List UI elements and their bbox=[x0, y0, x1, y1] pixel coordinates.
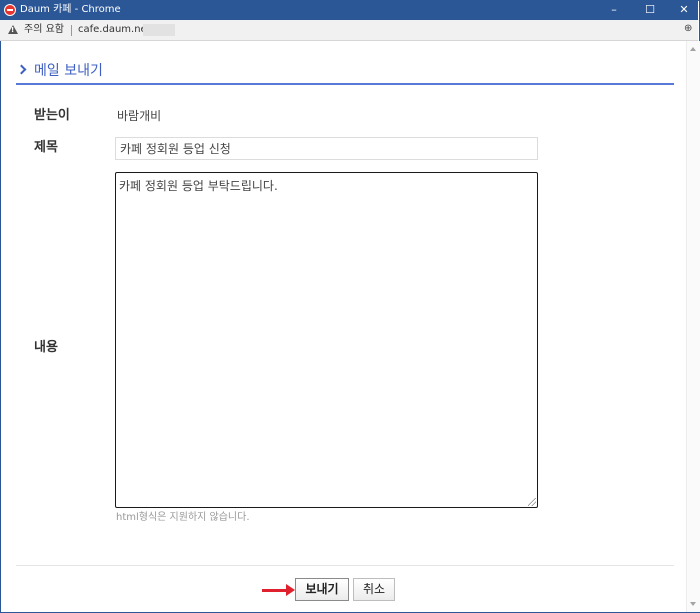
scrollbar[interactable] bbox=[686, 41, 700, 612]
minimize-button[interactable]: – bbox=[597, 0, 631, 20]
scroll-up-icon[interactable] bbox=[690, 47, 696, 51]
arrow-right-icon bbox=[286, 584, 295, 596]
cancel-button[interactable]: 취소 bbox=[353, 578, 395, 601]
title-divider bbox=[16, 83, 674, 85]
close-button[interactable]: ✕ bbox=[667, 0, 700, 20]
title-bar[interactable]: Daum 카페 - Chrome – ☐ ✕ bbox=[0, 0, 698, 20]
scroll-down-icon[interactable] bbox=[690, 602, 696, 606]
url-redacted bbox=[143, 24, 175, 36]
maximize-button[interactable]: ☐ bbox=[633, 0, 667, 20]
red-arrow-annotation bbox=[262, 589, 288, 592]
subject-input[interactable] bbox=[115, 137, 538, 160]
daum-app-icon bbox=[4, 4, 16, 16]
zoom-icon[interactable]: ⊕ bbox=[684, 23, 692, 34]
address-divider bbox=[71, 25, 72, 36]
footer-divider bbox=[16, 565, 674, 566]
minimize-icon: – bbox=[611, 3, 617, 16]
format-hint: html형식은 지원하지 않습니다. bbox=[116, 512, 250, 523]
resize-handle-icon[interactable] bbox=[528, 498, 536, 506]
security-status[interactable]: 주의 요함 bbox=[24, 24, 64, 36]
recipient-label: 받는이 bbox=[34, 108, 70, 123]
warning-icon[interactable] bbox=[8, 25, 18, 34]
address-bar: 주의 요함 cafe.daum.net/ ⊕ bbox=[0, 20, 698, 41]
window-title: Daum 카페 - Chrome bbox=[20, 4, 121, 15]
subject-label: 제목 bbox=[34, 140, 58, 155]
close-icon: ✕ bbox=[679, 3, 689, 16]
recipient-value: 바람개비 bbox=[117, 109, 162, 123]
send-button[interactable]: 보내기 bbox=[295, 578, 349, 601]
content-textarea[interactable]: 카페 정회원 등업 부탁드립니다. bbox=[115, 172, 538, 508]
page-title: 메일 보내기 bbox=[34, 63, 103, 79]
content-label: 내용 bbox=[34, 340, 58, 355]
maximize-icon: ☐ bbox=[645, 3, 655, 16]
